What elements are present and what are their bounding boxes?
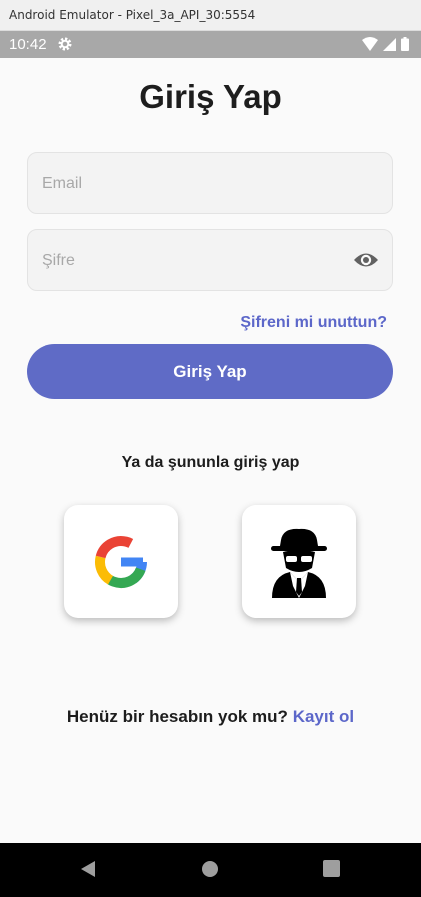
password-field-container bbox=[27, 229, 393, 292]
status-time: 10:42 bbox=[9, 36, 47, 53]
status-bar: 10:42 bbox=[0, 31, 421, 58]
gear-icon bbox=[57, 36, 73, 57]
signup-link[interactable]: Kayıt ol bbox=[293, 707, 354, 726]
battery-icon bbox=[401, 37, 409, 56]
email-field-container bbox=[27, 152, 393, 215]
login-screen: Giriş Yap Şifreni mi unuttun? Giriş Yap … bbox=[0, 58, 421, 843]
home-icon[interactable] bbox=[201, 860, 219, 883]
recents-icon[interactable] bbox=[323, 860, 340, 882]
forgot-password-link[interactable]: Şifreni mi unuttun? bbox=[240, 314, 387, 332]
signal-icon bbox=[383, 37, 396, 56]
emulator-window-bar: Android Emulator - Pixel_3a_API_30:5554 bbox=[0, 0, 421, 31]
signup-prompt: Henüz bir hesabın yok mu? Kayıt ol bbox=[0, 707, 421, 727]
eye-icon[interactable] bbox=[353, 249, 379, 276]
back-icon[interactable] bbox=[79, 860, 97, 883]
status-icons bbox=[362, 37, 409, 56]
navigation-bar bbox=[0, 843, 421, 897]
alternative-login-text: Ya da şununla giriş yap bbox=[121, 454, 300, 471]
wifi-icon bbox=[362, 37, 378, 56]
google-login-button[interactable] bbox=[64, 505, 178, 618]
no-account-text: Henüz bir hesabın yok mu? bbox=[66, 707, 288, 726]
login-button[interactable]: Giriş Yap bbox=[27, 344, 393, 399]
window-title: Android Emulator - Pixel_3a_API_30:5554 bbox=[9, 8, 256, 22]
email-field[interactable] bbox=[40, 153, 344, 215]
anonymous-login-button[interactable] bbox=[242, 505, 356, 618]
page-title: Giriş Yap bbox=[139, 78, 282, 115]
password-field[interactable] bbox=[40, 230, 344, 292]
